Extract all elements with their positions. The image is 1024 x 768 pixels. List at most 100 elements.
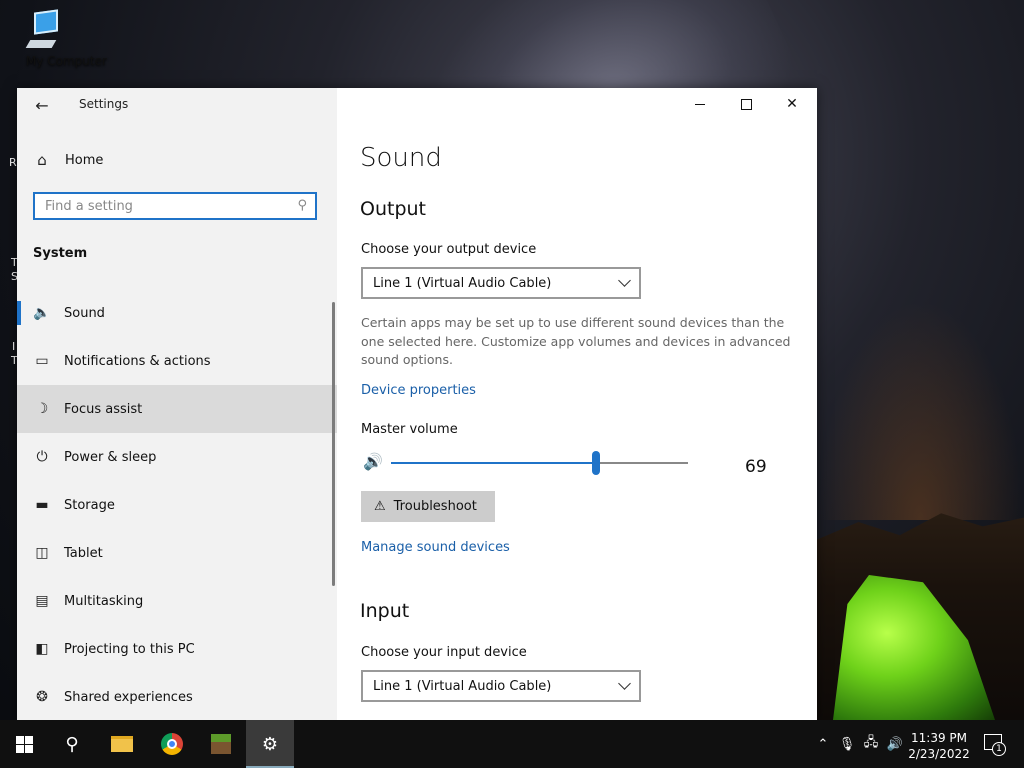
sidebar-item-projecting[interactable]: ◧ Projecting to this PC bbox=[17, 625, 337, 673]
input-device-label: Choose your input device bbox=[361, 645, 527, 660]
output-device-value: Line 1 (Virtual Audio Cable) bbox=[373, 275, 552, 291]
folder-icon bbox=[111, 736, 133, 752]
shared-icon: ❂ bbox=[36, 689, 48, 705]
input-heading: Input bbox=[360, 600, 410, 622]
sidebar-item-shared-experiences[interactable]: ❂ Shared experiences bbox=[17, 673, 337, 720]
chrome-icon bbox=[161, 733, 183, 755]
sidebar-item-label: Tablet bbox=[64, 545, 103, 561]
speaker-icon: 🔊 bbox=[886, 736, 904, 752]
sidebar-scrollbar[interactable] bbox=[332, 302, 335, 586]
sidebar-section-title: System bbox=[33, 246, 88, 261]
horizon-glow bbox=[817, 300, 1024, 520]
sidebar-item-tablet[interactable]: ◫ Tablet bbox=[17, 529, 337, 577]
speaker-icon: 🔈 bbox=[33, 305, 51, 321]
search-input[interactable] bbox=[35, 194, 285, 218]
sidebar-nav: 🔈 Sound ▭ Notifications & actions ☽ Focu… bbox=[17, 289, 337, 720]
sidebar-item-power-sleep[interactable]: ⏻ Power & sleep bbox=[17, 433, 337, 481]
sidebar-item-storage[interactable]: ▬ Storage bbox=[17, 481, 337, 529]
sidebar-item-label: Focus assist bbox=[64, 401, 143, 417]
taskbar: ⚲ ⚙ ⌃ 🎙 🖧 🔊 11:39 PM 2/23/2022 1 bbox=[0, 720, 1024, 768]
storage-icon: ▬ bbox=[35, 497, 49, 513]
sidebar-item-multitasking[interactable]: ▤ Multitasking bbox=[17, 577, 337, 625]
search-icon: ⚲ bbox=[297, 198, 307, 213]
sidebar-item-label: Storage bbox=[64, 497, 115, 513]
home-icon: ⌂ bbox=[37, 151, 47, 169]
volume-slider[interactable] bbox=[391, 451, 688, 475]
warning-icon: ⚠ bbox=[374, 499, 386, 514]
volume-value: 69 bbox=[745, 457, 767, 477]
tablet-icon: ◫ bbox=[35, 545, 49, 561]
sidebar-item-focus-assist[interactable]: ☽ Focus assist bbox=[17, 385, 337, 433]
volume-icon[interactable]: 🔊 bbox=[363, 452, 383, 471]
back-button[interactable]: ← bbox=[31, 94, 53, 116]
desktop-icon-my-computer[interactable]: My Computer bbox=[2, 8, 107, 68]
moon-icon: ☽ bbox=[35, 401, 49, 417]
input-device-dropdown[interactable]: Line 1 (Virtual Audio Cable) bbox=[361, 670, 641, 702]
search-icon: ⚲ bbox=[65, 733, 79, 755]
minecraft-button[interactable] bbox=[197, 720, 245, 768]
windows-logo-icon bbox=[15, 735, 33, 753]
sidebar-item-label: Notifications & actions bbox=[64, 353, 211, 369]
troubleshoot-button[interactable]: ⚠ Troubleshoot bbox=[361, 491, 495, 522]
sidebar-item-label: Multitasking bbox=[64, 593, 144, 609]
minimize-button[interactable] bbox=[677, 88, 723, 120]
maximize-button[interactable] bbox=[723, 88, 769, 120]
settings-sidebar: ← Settings ⌂ Home ⚲ System 🔈 Sound ▭ Not… bbox=[17, 88, 337, 720]
sidebar-item-label: Projecting to this PC bbox=[64, 641, 195, 657]
volume-slider-fill bbox=[391, 462, 596, 464]
gear-icon: ⚙ bbox=[261, 733, 279, 755]
window-title: Settings bbox=[79, 97, 129, 111]
sidebar-home[interactable]: ⌂ Home bbox=[17, 145, 337, 175]
start-button[interactable] bbox=[0, 720, 48, 768]
notification-icon: ▭ bbox=[35, 353, 49, 369]
computer-icon bbox=[22, 8, 58, 52]
sidebar-item-sound[interactable]: 🔈 Sound bbox=[17, 289, 337, 337]
desktop-icon-label: My Computer bbox=[26, 54, 107, 68]
power-icon: ⏻ bbox=[36, 449, 48, 465]
input-device-value: Line 1 (Virtual Audio Cable) bbox=[373, 678, 552, 694]
output-heading: Output bbox=[360, 198, 426, 220]
network-tray-button[interactable]: 🖧 bbox=[860, 720, 882, 768]
settings-taskbar-button[interactable]: ⚙ bbox=[246, 720, 294, 768]
notification-badge: 1 bbox=[992, 742, 1006, 756]
sidebar-item-label: Sound bbox=[64, 305, 105, 321]
settings-window: ← Settings ⌂ Home ⚲ System 🔈 Sound ▭ Not… bbox=[17, 88, 817, 720]
master-volume-label: Master volume bbox=[361, 422, 458, 437]
sidebar-item-label: Power & sleep bbox=[64, 449, 157, 465]
maximize-icon bbox=[740, 98, 752, 110]
tray-overflow-button[interactable]: ⌃ bbox=[812, 720, 834, 768]
file-explorer-button[interactable] bbox=[98, 720, 146, 768]
settings-content: ✕ Sound Output Choose your output device… bbox=[337, 88, 817, 720]
output-device-dropdown[interactable]: Line 1 (Virtual Audio Cable) bbox=[361, 267, 641, 299]
minecraft-icon bbox=[211, 734, 231, 754]
chevron-up-icon: ⌃ bbox=[817, 736, 829, 752]
chevron-down-icon bbox=[618, 274, 631, 287]
chrome-button[interactable] bbox=[148, 720, 196, 768]
close-icon: ✕ bbox=[786, 96, 798, 112]
clock-time: 11:39 PM bbox=[911, 731, 967, 745]
sidebar-item-label: Shared experiences bbox=[64, 689, 193, 705]
page-title: Sound bbox=[360, 143, 442, 173]
network-icon: 🖧 bbox=[863, 735, 879, 750]
desktop-edge-letter: R bbox=[9, 156, 17, 169]
chevron-down-icon bbox=[618, 677, 631, 690]
search-taskbar-button[interactable]: ⚲ bbox=[48, 720, 96, 768]
close-button[interactable]: ✕ bbox=[769, 88, 815, 120]
manage-sound-devices-link[interactable]: Manage sound devices bbox=[361, 540, 510, 555]
device-properties-link[interactable]: Device properties bbox=[361, 383, 476, 398]
microphone-tray-button[interactable]: 🎙 bbox=[836, 720, 858, 768]
output-description: Certain apps may be set up to use differ… bbox=[361, 315, 791, 367]
volume-slider-thumb[interactable] bbox=[591, 451, 600, 475]
microphone-icon: 🎙 bbox=[838, 736, 856, 752]
troubleshoot-label: Troubleshoot bbox=[393, 499, 477, 514]
volume-tray-button[interactable]: 🔊 bbox=[884, 720, 906, 768]
taskbar-clock[interactable]: 11:39 PM 2/23/2022 bbox=[906, 730, 972, 762]
clock-date: 2/23/2022 bbox=[908, 747, 970, 761]
minimize-icon bbox=[695, 103, 705, 105]
sidebar-item-notifications[interactable]: ▭ Notifications & actions bbox=[17, 337, 337, 385]
output-device-label: Choose your output device bbox=[361, 242, 537, 257]
projecting-icon: ◧ bbox=[35, 641, 49, 657]
desktop-edge-letter: I bbox=[12, 340, 16, 353]
multitasking-icon: ▤ bbox=[35, 593, 49, 609]
search-box[interactable]: ⚲ bbox=[33, 192, 317, 220]
